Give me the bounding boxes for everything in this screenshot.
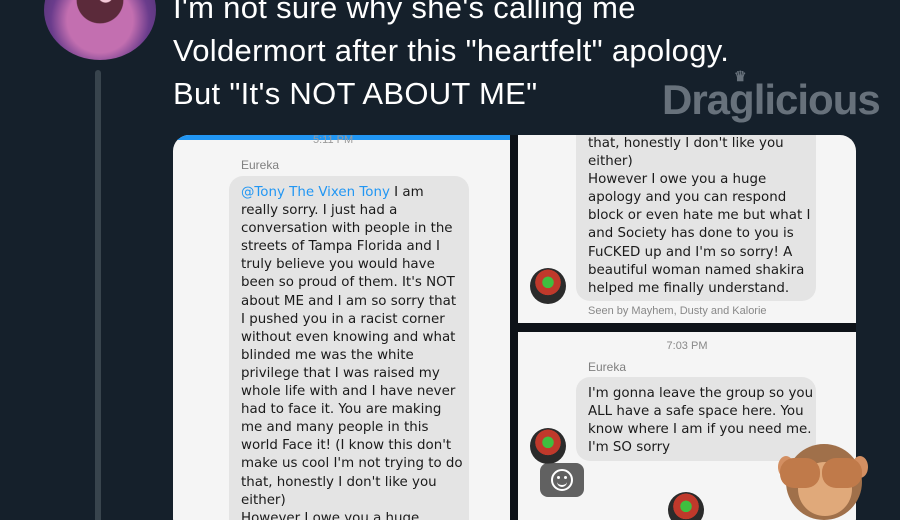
sender-name: Eureka [588,360,627,374]
emoji-reaction-button[interactable] [540,463,584,497]
message-line: make us cool I'm not trying to do [241,456,463,472]
message-line: had to face it. You are making [241,402,442,418]
profile-avatar[interactable] [44,0,156,60]
sender-avatar[interactable] [530,428,566,464]
screenshot-top-right[interactable]: that, honestly I don't like you either) … [518,135,856,323]
top-time: 5:11 PM [313,135,354,146]
crown-icon: ♛ [734,68,747,84]
message-line: that, honestly I don't like you [588,136,784,151]
smiley-face-icon [551,469,573,491]
message-line: really sorry. I just had a [241,203,398,219]
message-bubble: that, honestly I don't like you either) … [576,135,816,301]
message-line: about ME and I am so sorry that [241,293,457,309]
message-line: know where I am if you need me. [588,422,812,438]
message-line: me and many people in this [241,420,429,436]
message-line: I'm gonna leave the group so you [588,386,814,401]
message-line: FuCKED up and I'm so sorry! A [588,244,793,260]
seen-receipt: Seen by Mayhem, Dusty and Kalorie [588,305,767,317]
message-line: truly believe you would have [241,257,435,273]
message-bubble: @Tony The Vixen Tony I am really sorry. … [229,176,469,520]
message-timestamp: 7:03 PM [666,340,708,352]
thread-connector-line [95,70,101,520]
message-line: helped me finally understand. [588,280,790,296]
message-line: blinded me was the white [241,347,414,363]
sender-avatar[interactable] [668,492,704,520]
message-line: and Society has done to you is [588,226,794,242]
message-line: either) [241,492,286,508]
sender-name: Eureka [241,158,280,172]
message-line: However I owe you a huge [241,510,420,520]
tweet-media[interactable]: 5:11 PM Eureka @Tony The Vixen Tony I am… [173,135,856,520]
message-line: without even knowing and what [241,329,456,345]
message-line: that, honestly I don't like you [241,474,437,490]
message-line: ALL have a safe space here. You [588,404,804,420]
see-no-evil-monkey-icon [778,440,868,520]
screenshot-left[interactable]: 5:11 PM Eureka @Tony The Vixen Tony I am… [173,135,510,520]
message-line: @Tony The Vixen Tony I am [241,184,457,202]
watermark-text: Draglicious [662,76,881,123]
message-line: privilege that I was raised my [241,365,440,381]
message-line: apology and you can respond [588,190,787,206]
mention-link[interactable]: @Tony The Vixen Tony [241,185,390,200]
message-line: streets of Tampa Florida and I [241,239,440,255]
message-line: either) [588,154,633,170]
message-line: However I owe you a huge [588,172,767,188]
tweet-line: I'm not sure why she's calling me [173,0,636,25]
message-line: world Face it! (I know this don't [241,438,452,454]
watermark-logo: ♛ Draglicious [662,68,881,124]
sender-avatar[interactable] [530,268,566,304]
message-line: block or even hate me but what I [588,208,811,224]
message-line: been so proud of them. It's NOT [241,275,455,291]
message-line: I'm SO sorry [588,440,671,456]
message-text: I am [389,185,424,200]
message-line: whole life with and I have never [241,384,456,400]
message-line: conversation with people in the [241,221,453,237]
message-line: beautiful woman named shakira [588,262,805,278]
tweet-line: Voldermort after this "heartfelt" apolog… [173,33,730,68]
message-line: I pushed you in a racist corner [241,311,445,327]
